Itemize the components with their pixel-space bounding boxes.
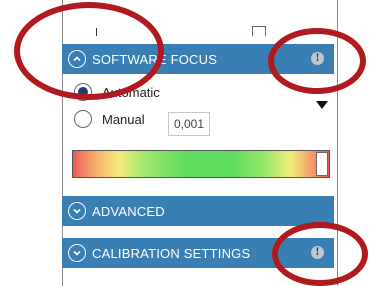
radio-manual-label: Manual <box>102 111 145 127</box>
panel-top-bracket <box>252 26 266 36</box>
focus-quality-gradient-bar <box>72 150 330 178</box>
advanced-header[interactable]: ADVANCED <box>62 196 334 226</box>
annotation-circle-info-top <box>268 28 366 94</box>
chevron-down-icon <box>68 202 86 220</box>
manual-focus-value-input[interactable]: 0,001 <box>168 112 210 136</box>
dropdown-arrow-icon[interactable] <box>316 101 328 109</box>
calibration-settings-title: CALIBRATION SETTINGS <box>92 245 251 261</box>
chevron-down-icon <box>68 244 86 262</box>
advanced-title: ADVANCED <box>92 203 165 219</box>
gradient-slider-thumb[interactable] <box>316 152 328 176</box>
annotation-circle-info-bottom <box>272 222 368 286</box>
annotation-circle-software-focus <box>14 2 164 100</box>
radio-manual[interactable]: Manual <box>74 110 145 128</box>
radio-button-manual[interactable] <box>74 110 92 128</box>
